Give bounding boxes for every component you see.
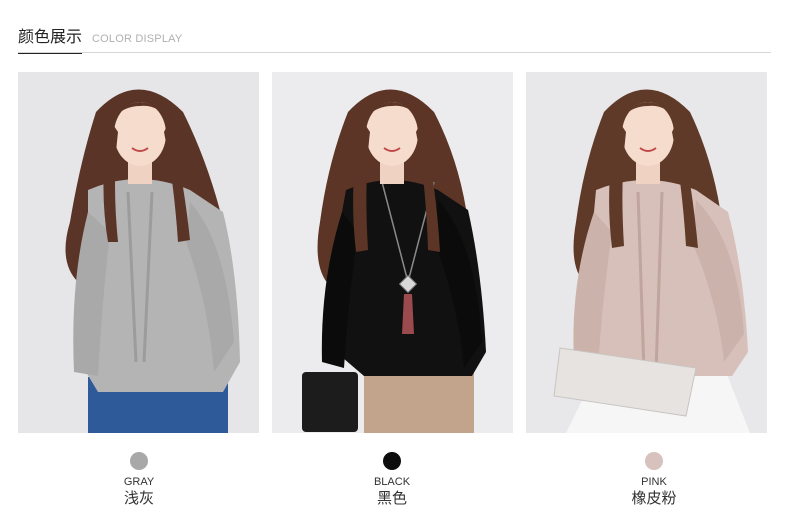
header-divider (18, 52, 771, 53)
swatch-dot-black (383, 452, 401, 470)
color-option-pink[interactable]: PINK 橡皮粉 (594, 452, 714, 508)
swatch-dot-pink (645, 452, 663, 470)
model-image-gray (18, 72, 259, 433)
color-display-header: 颜色展示 COLOR DISPLAY (18, 26, 771, 54)
color-name-cn: 浅灰 (123, 489, 154, 507)
section-subtitle: COLOR DISPLAY (92, 33, 183, 45)
model-image-pink (526, 72, 767, 433)
color-name-en: PINK (641, 476, 667, 488)
color-name-cn: 橡皮粉 (631, 489, 677, 507)
color-name-cn: 黑色 (376, 489, 407, 507)
color-option-black[interactable]: BLACK 黑色 (332, 452, 452, 508)
model-image-black (272, 72, 513, 433)
swatch-dot-gray (130, 452, 148, 470)
color-option-gray[interactable]: GRAY 浅灰 (79, 452, 199, 508)
product-photo-gray[interactable] (18, 72, 259, 433)
product-photo-pink[interactable] (526, 72, 767, 433)
color-name-en: BLACK (373, 476, 411, 488)
color-name-en: GRAY (123, 476, 155, 488)
product-photo-black[interactable] (272, 72, 513, 433)
section-title: 颜色展示 (18, 26, 83, 54)
